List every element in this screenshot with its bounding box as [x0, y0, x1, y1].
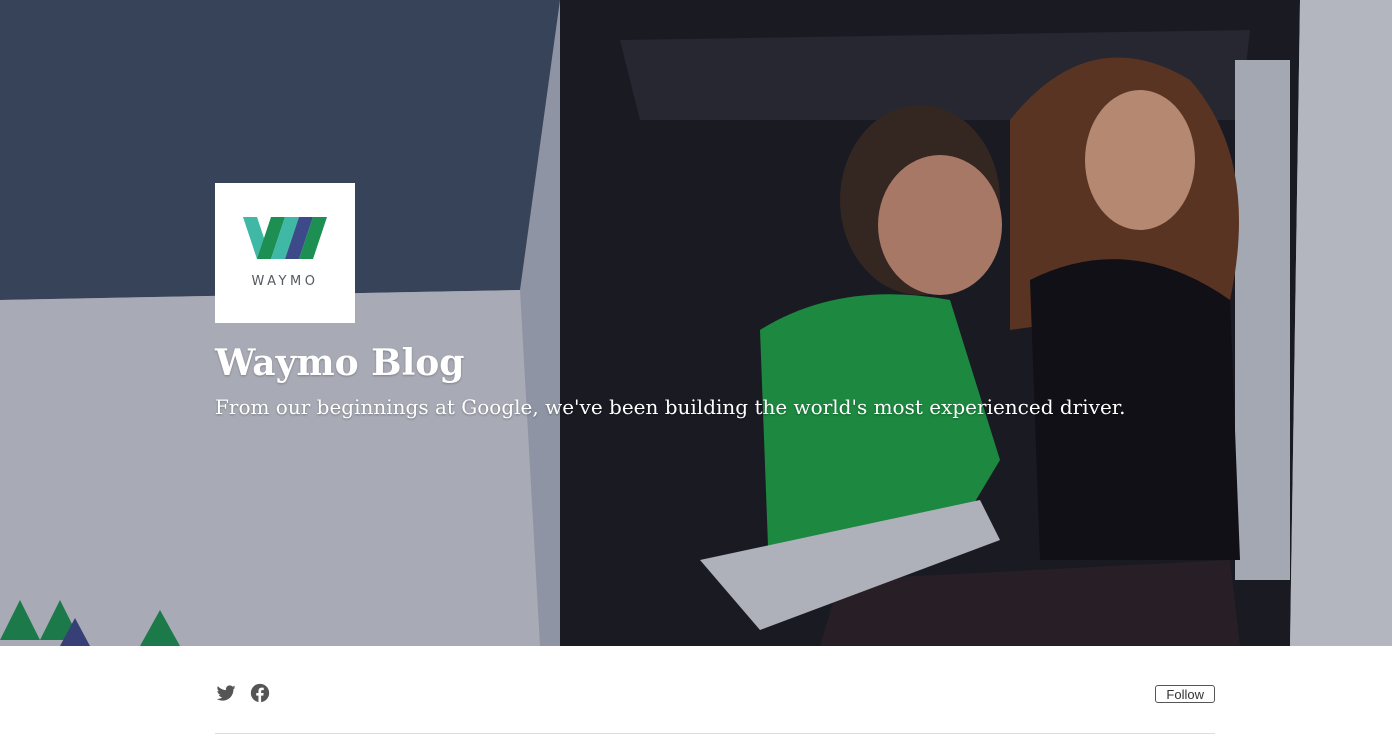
social-links [215, 682, 271, 704]
page-subtitle: From our beginnings at Google, we've bee… [215, 395, 1126, 419]
publication-action-bar: Follow [215, 674, 1215, 714]
hero-banner: WAYMO Waymo Blog From our beginnings at … [0, 0, 1392, 646]
publication-logo[interactable]: WAYMO [215, 183, 355, 323]
hero-overlay [0, 0, 1392, 646]
logo-wordmark: WAYMO [251, 274, 319, 289]
follow-button[interactable]: Follow [1155, 685, 1215, 703]
page-title: Waymo Blog [215, 342, 465, 384]
twitter-icon[interactable] [215, 682, 237, 704]
facebook-icon[interactable] [249, 682, 271, 704]
waymo-w-icon [243, 217, 327, 259]
divider [215, 733, 1215, 734]
